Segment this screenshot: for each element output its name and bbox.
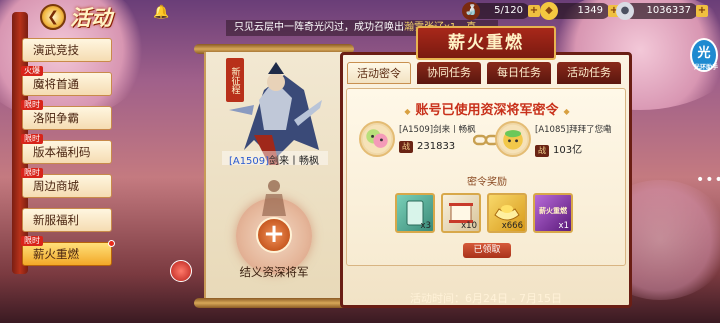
content-title: ◆ 账号已使用资深将军密令 ◆ — [347, 99, 627, 118]
hero-name: [A1509]剑来丨畅枫 — [224, 152, 324, 167]
sidebar-item-label: 魔将首通 — [33, 77, 79, 91]
limited-tag: 限时 — [21, 168, 43, 178]
sidebar-item-merch-shop[interactable]: 限时 周边商城 — [21, 168, 112, 198]
tab-cooperative-tasks[interactable]: 协同任务 — [417, 62, 481, 84]
content-title-text: 账号已使用资深将军密令 — [415, 103, 559, 118]
reward-scroll-item[interactable]: x10 — [441, 193, 481, 233]
activity-header: ❮ 活动 — [40, 4, 130, 30]
title-badge-text: 薪火重燃 — [539, 207, 567, 215]
reward-title: 密令奖励 — [347, 173, 627, 188]
reward-count: x3 — [420, 221, 431, 231]
sidebar-item-label: 演武竞技 — [33, 43, 79, 57]
silhouette-figure — [262, 180, 286, 216]
stamina-value: 5/120 — [494, 5, 523, 16]
secret-order-content: ◆ 账号已使用资深将军密令 ◆ [A1509]剑来丨畅枫 战 231833 [A108… — [346, 88, 626, 266]
diamond-icon: ◆ — [404, 107, 411, 116]
ingot-counter: ◆ 1349 + — [540, 2, 620, 20]
tab-daily-tasks[interactable]: 每日任务 — [487, 62, 551, 84]
add-stamina-button[interactable]: + — [528, 5, 540, 17]
silver-counter: ● 1036337 + — [616, 2, 708, 20]
bind-caption: 结义资深将军 — [239, 265, 309, 279]
reward-title-badge-item[interactable]: 薪火重燃 x1 — [533, 193, 573, 233]
sidebar-item-label: 新服福利 — [33, 213, 79, 227]
scroll-rod-bottom — [194, 298, 354, 308]
sidebar-item-luoyang[interactable]: 限时 洛阳争霸 — [21, 100, 112, 130]
player-card-self: [A1509]剑来丨畅枫 战 231833 — [359, 119, 487, 159]
new-journey-badge: 新征程 — [226, 58, 244, 102]
player-power: 战 103亿 — [535, 141, 582, 157]
limited-tag: 限时 — [21, 134, 43, 144]
power-icon: 战 — [399, 141, 413, 153]
hot-tag: 火爆 — [21, 66, 43, 76]
activity-sidebar: 演武竞技 火爆 魔将首通 限时 洛阳争霸 限时 版本福利码 限时 周边商城 新服福利 限… — [21, 34, 115, 274]
power-icon: 战 — [535, 145, 549, 157]
mascot-icon — [170, 260, 192, 282]
sidebar-item-label: 周边商城 — [33, 179, 79, 193]
reward-count: x1 — [558, 221, 569, 231]
assistant-floating-button[interactable]: 光光环助手 — [690, 38, 718, 72]
back-button[interactable]: ❮ — [40, 4, 66, 30]
red-dot-indicator — [108, 240, 115, 247]
tab-secret-order[interactable]: 活动密令 — [347, 62, 411, 84]
event-time: 活动时间：6月24日 - 7月15日 — [346, 290, 626, 306]
player-power: 战 231833 — [399, 141, 455, 153]
assistant-icon-text: 光 — [697, 46, 711, 61]
claimed-button[interactable]: 已领取 — [463, 243, 511, 258]
diamond-icon: ◆ — [563, 107, 570, 116]
sidebar-item-new-server[interactable]: 新服福利 — [22, 208, 112, 232]
sidebar-item-yanwu[interactable]: 演武竞技 — [22, 38, 112, 62]
tab-event-tasks[interactable]: 活动任务 — [557, 62, 621, 84]
gold-ingot-icon: ◆ — [540, 2, 558, 20]
time-range: 6月24日 - 7月15日 — [465, 292, 562, 305]
hero-scroll: 新征程 [A1509]剑来丨畅枫 + 结义资深将军 — [194, 40, 354, 310]
bell-icon[interactable]: 🔔 — [153, 5, 169, 20]
sidebar-item-xinhuo[interactable]: 限时 薪火重燃 — [21, 236, 115, 266]
reward-gold-item[interactable]: x666 — [487, 193, 527, 233]
silver-coin-icon: ● — [616, 2, 634, 20]
panel-tabs: 活动密令 协同任务 每日任务 活动任务 — [345, 62, 625, 84]
add-silver-button[interactable]: + — [696, 5, 708, 17]
limited-tag: 限时 — [21, 100, 43, 110]
power-value: 103亿 — [553, 145, 583, 156]
wine-cup-icon: 🍶 — [462, 2, 480, 20]
reward-title-text: 密令奖励 — [467, 177, 507, 188]
add-bind-button[interactable]: + — [256, 217, 292, 253]
avatar[interactable] — [495, 121, 531, 157]
player-name: [A1509]剑来丨畅枫 — [399, 125, 476, 135]
silver-value: 1036337 — [646, 5, 691, 16]
sidebar-item-label: 洛阳争霸 — [33, 111, 79, 125]
reward-count: x666 — [501, 221, 523, 231]
avatar[interactable] — [359, 121, 395, 157]
reward-count: x10 — [461, 221, 477, 231]
sidebar-item-version-code[interactable]: 限时 版本福利码 — [21, 134, 112, 164]
hero-name-text: 剑来丨畅枫 — [269, 156, 320, 167]
player-card-partner: [A1085]拜拜了您嘞 战 103亿 — [495, 119, 623, 159]
hero-id: [A1509] — [228, 156, 270, 167]
reward-card-item[interactable]: x3 — [395, 193, 435, 233]
notice-text: 只见云层中一阵奇光闪过，成功召唤出 — [234, 22, 404, 33]
assistant-label: 光环助手 — [693, 64, 718, 71]
ingot-value: 1349 — [577, 5, 603, 16]
limited-tag: 限时 — [21, 236, 43, 246]
stamina-counter: 🍶 5/120 + — [462, 2, 540, 20]
player-name: [A1085]拜拜了您嘞 — [535, 125, 612, 135]
sidebar-item-mojiang[interactable]: 火爆 魔将首通 — [21, 66, 112, 96]
page-title: 活动 — [70, 5, 112, 30]
chat-bubble-icon[interactable]: ••• — [696, 172, 720, 188]
sidebar-item-label: 薪火重燃 — [33, 247, 79, 261]
sidebar-item-label: 版本福利码 — [33, 145, 91, 159]
panel-title: 薪火重燃 — [416, 26, 556, 60]
power-value: 231833 — [417, 141, 456, 152]
time-label: 活动时间： — [410, 292, 466, 305]
